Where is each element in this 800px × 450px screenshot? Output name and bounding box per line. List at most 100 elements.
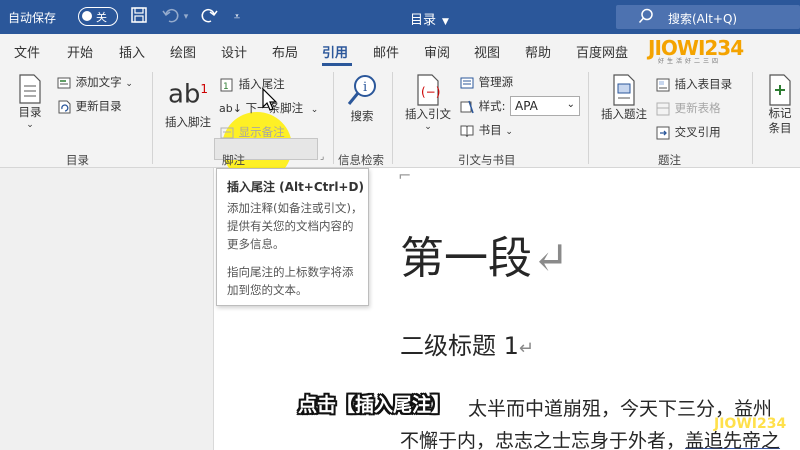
insert-table-of-figures-label: 插入表目录: [674, 77, 733, 91]
tab-help[interactable]: 帮助: [525, 42, 551, 61]
document-title-text: 目录: [410, 13, 437, 28]
cross-reference-button[interactable]: 交叉引用: [655, 124, 721, 141]
update-toc-icon: [58, 100, 71, 113]
insert-footnote-button[interactable]: ab1 插入脚注: [160, 74, 216, 130]
tab-mailings[interactable]: 邮件: [373, 42, 399, 61]
svg-text:i: i: [363, 80, 367, 95]
group-label-captions: 题注: [658, 153, 681, 167]
tab-references[interactable]: 引用: [322, 42, 348, 61]
tab-design[interactable]: 设计: [221, 42, 247, 61]
chevron-down-icon: ⌄: [310, 105, 319, 115]
search-research-label: 搜索: [350, 109, 374, 123]
site-logo: JIOWI234 好生活好二三四: [648, 36, 768, 66]
add-text-label: 添加文字: [75, 75, 122, 89]
site-logo-subtitle: 好生活好二三四: [658, 58, 722, 65]
group-divider: [392, 72, 393, 164]
update-toc-button[interactable]: 更新目录: [56, 98, 122, 115]
tab-review[interactable]: 审阅: [424, 42, 450, 61]
insert-citation-label: 插入引文: [405, 107, 451, 121]
add-text-button[interactable]: 添加文字 ⌄: [56, 74, 133, 91]
tab-home[interactable]: 开始: [67, 42, 93, 61]
manage-sources-icon: [460, 77, 474, 88]
insert-citation-icon: (−): [417, 74, 440, 106]
save-icon[interactable]: [128, 6, 150, 28]
citation-style-value: APA: [515, 99, 538, 113]
undo-dropdown-icon[interactable]: ▾: [180, 6, 192, 28]
search-research-button[interactable]: i 搜索: [342, 74, 382, 124]
mark-entry-button[interactable]: 标记条目: [760, 74, 800, 136]
tab-insert[interactable]: 插入: [119, 42, 145, 61]
show-notes-button[interactable]: 显示备注: [219, 124, 285, 141]
group-divider: [152, 72, 153, 164]
tab-draw[interactable]: 绘图: [170, 42, 196, 61]
style-label-text: 样式:: [478, 99, 506, 113]
tooltip-description: 添加注释(如备注或引文)，提供有关您的文档内容的更多信息。: [227, 201, 363, 251]
add-text-icon: [57, 77, 71, 88]
update-table-button[interactable]: 更新表格: [655, 100, 721, 117]
search-placeholder: 搜索(Alt+Q): [668, 12, 738, 26]
search-box[interactable]: 搜索(Alt+Q): [616, 5, 800, 29]
dialog-launcher-icon[interactable]: ⌟: [320, 152, 324, 162]
style-icon: [460, 100, 474, 113]
footnote-ab-glyph: ab: [167, 79, 201, 110]
autosave-toggle[interactable]: 关: [78, 7, 118, 26]
chevron-down-icon: ⌄: [424, 122, 432, 132]
group-label-citations: 引文与书目: [458, 153, 516, 167]
cross-reference-label: 交叉引用: [674, 125, 721, 139]
search-icon: [638, 8, 654, 27]
update-toc-label: 更新目录: [75, 99, 122, 113]
citation-style-label: 样式:: [459, 98, 506, 115]
show-notes-icon: [220, 127, 234, 138]
toc-icon: [19, 74, 41, 104]
show-notes-label: 显示备注: [238, 125, 285, 139]
tab-view[interactable]: 视图: [474, 42, 500, 61]
video-caption: 点击【插入尾注】: [298, 394, 451, 416]
insert-caption-label: 插入题注: [601, 107, 647, 121]
paragraph-mark: ↵: [518, 338, 534, 359]
chevron-down-icon: ⌄: [26, 120, 34, 130]
autosave-label: 自动保存: [8, 11, 57, 25]
endnote-icon: 1: [220, 78, 233, 92]
insert-caption-button[interactable]: 插入题注: [596, 74, 652, 122]
toc-button[interactable]: 目录 ⌄: [12, 74, 48, 130]
heading-1[interactable]: 第一段↵: [400, 222, 569, 286]
bibliography-button[interactable]: 书目 ⌄: [459, 122, 513, 139]
undo-icon[interactable]: [160, 6, 182, 28]
chevron-down-icon: ⌄: [125, 79, 133, 89]
insert-citation-button[interactable]: (−) 插入引文 ⌄: [400, 74, 456, 132]
insert-footnote-label: 插入脚注: [165, 114, 211, 129]
tab-baidu-netdisk[interactable]: 百度网盘: [576, 42, 628, 61]
autosave-state: 关: [96, 11, 107, 24]
tooltip-note: 指向尾注的上标数字将添加到您的文本。: [227, 265, 354, 297]
group-divider: [333, 72, 334, 164]
tooltip-title: 插入尾注 (Alt+Ctrl+D): [227, 180, 364, 194]
group-label-research: 信息检索: [338, 153, 384, 167]
mark-entry-label: 标记条目: [768, 106, 792, 135]
ribbon-references: 目录 ⌄ 添加文字 ⌄ 更新目录 目录 ab1 插入脚注 1 插入尾注 ab↓ …: [0, 66, 800, 182]
redo-icon[interactable]: [198, 6, 220, 28]
toggle-knob: [82, 11, 92, 21]
chevron-down-icon: ⌄: [505, 127, 513, 137]
tab-file[interactable]: 文件: [14, 42, 40, 61]
manage-sources-button[interactable]: 管理源: [459, 74, 513, 91]
insert-table-of-figures-button[interactable]: 插入表目录: [655, 76, 732, 93]
tab-layout[interactable]: 布局: [272, 42, 298, 61]
citation-style-select[interactable]: APA ⌄: [510, 96, 580, 116]
mouse-cursor-icon: [262, 88, 278, 111]
chevron-down-icon: ▼: [442, 17, 449, 27]
customize-toolbar-icon[interactable]: ⩡: [230, 6, 244, 28]
bibliography-label: 书目: [478, 123, 502, 137]
svg-text:1: 1: [223, 82, 229, 92]
paragraph-mark: ↵: [532, 233, 569, 284]
document-title[interactable]: 目录 ▼: [410, 9, 449, 28]
heading-1-text: 第一段: [400, 233, 532, 284]
mark-entry-icon: [769, 74, 791, 106]
research-search-icon: i: [347, 75, 376, 105]
group-divider: [588, 72, 589, 164]
table-of-figures-icon: [656, 78, 670, 91]
bibliography-icon: [460, 125, 474, 137]
heading-2[interactable]: 二级标题 1↵: [400, 326, 534, 361]
body-line-2-text: 不懈于内，忠志之士忘身于外者，: [400, 430, 686, 450]
group-label-footnotes: 脚注: [222, 153, 245, 167]
group-divider: [752, 72, 753, 164]
